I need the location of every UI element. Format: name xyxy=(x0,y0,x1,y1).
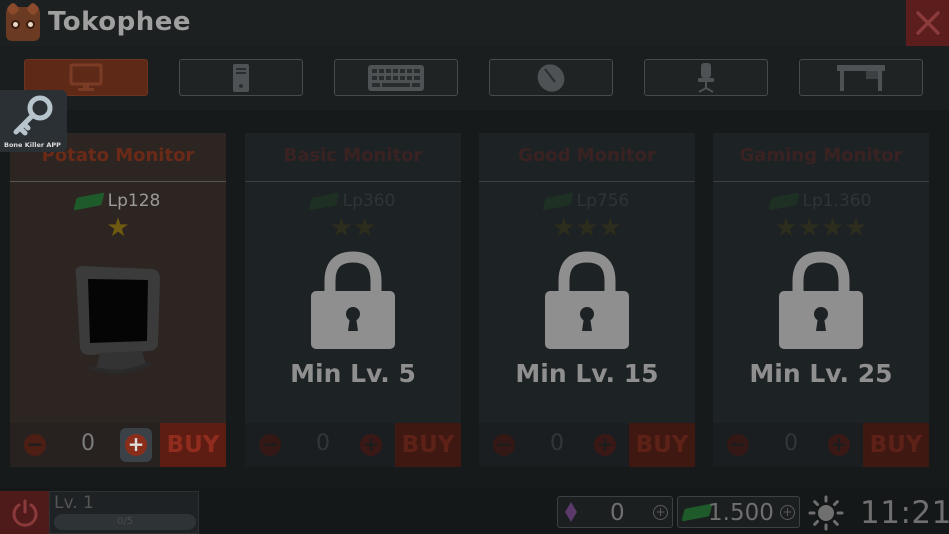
gem-icon xyxy=(565,502,577,522)
price-value: Lp1.360 xyxy=(802,191,872,211)
level-label: Lv. 1 xyxy=(54,493,94,513)
gem-value: 0 xyxy=(610,500,625,526)
cash-value: 1.500 xyxy=(708,500,774,526)
increase-button[interactable]: + xyxy=(355,428,387,462)
product-card-basic-monitor: Basic Monitor Lp360 ★★ Min Lv. 5 − 0 + B… xyxy=(245,133,461,467)
card-divider xyxy=(479,181,695,182)
cash-counter: 1.500 + xyxy=(677,496,800,528)
desk-icon xyxy=(837,64,885,91)
lock-icon xyxy=(311,251,395,349)
quantity-controls: − 0 + BUY xyxy=(713,423,929,467)
rating-stars: ★★★★ xyxy=(774,213,868,243)
product-card-potato-monitor: Potato Monitor Lp128 ★ − 0 + BUY xyxy=(10,133,226,467)
card-title: Basic Monitor xyxy=(283,145,423,166)
power-icon xyxy=(12,499,37,527)
quantity-value: 0 xyxy=(550,431,564,456)
pc-tower-icon xyxy=(233,63,249,92)
card-divider xyxy=(10,181,226,182)
overlay-badge-label: Bone Killer APP xyxy=(4,141,61,149)
product-card-good-monitor: Good Monitor Lp756 ★★★ Min Lv. 15 − 0 + … xyxy=(479,133,695,467)
decrease-button[interactable]: − xyxy=(259,434,281,456)
quantity-value: 0 xyxy=(784,431,798,456)
lock-icon xyxy=(545,251,629,349)
tab-mouse[interactable] xyxy=(489,59,613,96)
app-title: Tokophee xyxy=(48,7,191,37)
price-value: Lp756 xyxy=(576,191,630,211)
tab-keyboard[interactable] xyxy=(334,59,458,96)
plus-icon: + xyxy=(828,434,850,456)
buy-button[interactable]: BUY xyxy=(395,423,461,467)
buy-button[interactable]: BUY xyxy=(160,423,226,467)
card-price: Lp360 xyxy=(245,191,461,211)
card-price: Lp1.360 xyxy=(713,191,929,211)
gem-counter: 0 + xyxy=(557,496,673,528)
plus-icon: + xyxy=(125,434,147,456)
price-value: Lp360 xyxy=(342,191,396,211)
cash-icon xyxy=(308,191,340,211)
quantity-controls: − 0 + BUY xyxy=(479,423,695,467)
power-button[interactable] xyxy=(0,491,49,534)
increase-button[interactable]: + xyxy=(823,428,855,462)
crt-monitor-image xyxy=(75,266,160,374)
card-title: Gaming Monitor xyxy=(739,145,903,166)
close-button[interactable] xyxy=(906,0,949,46)
rating-stars: ★★ xyxy=(329,213,377,243)
rating-stars: ★ xyxy=(106,213,130,243)
xp-progress-bar: 0/5 xyxy=(54,514,196,530)
lock-icon xyxy=(779,251,863,349)
decrease-button[interactable]: − xyxy=(24,434,46,456)
xp-text: 0/5 xyxy=(116,516,134,527)
tab-pc[interactable] xyxy=(179,59,303,96)
buy-button[interactable]: BUY xyxy=(863,423,929,467)
card-divider xyxy=(713,181,929,182)
card-divider xyxy=(245,181,461,182)
cash-icon xyxy=(73,191,105,211)
cash-icon xyxy=(542,191,574,211)
decrease-button[interactable]: − xyxy=(493,434,515,456)
card-price: Lp756 xyxy=(479,191,695,211)
plus-icon: + xyxy=(360,434,382,456)
sun-icon xyxy=(808,495,844,531)
quantity-controls: − 0 + BUY xyxy=(10,423,226,467)
product-card-gaming-monitor: Gaming Monitor Lp1.360 ★★★★ Min Lv. 25 −… xyxy=(713,133,929,467)
tab-desk[interactable] xyxy=(799,59,923,96)
quantity-controls: − 0 + BUY xyxy=(245,423,461,467)
plus-icon: + xyxy=(594,434,616,456)
overlay-app-badge[interactable]: Bone Killer APP xyxy=(0,90,67,152)
cash-icon xyxy=(767,191,800,211)
increase-button[interactable]: + xyxy=(120,428,152,462)
app-logo xyxy=(5,1,41,41)
monitor-icon xyxy=(69,63,103,91)
buy-button[interactable]: BUY xyxy=(629,423,695,467)
min-level-label: Min Lv. 15 xyxy=(515,359,659,388)
min-level-label: Min Lv. 25 xyxy=(749,359,893,388)
card-price: Lp128 xyxy=(10,191,226,211)
rating-stars: ★★★ xyxy=(552,213,622,243)
quantity-value: 0 xyxy=(316,431,330,456)
increase-button[interactable]: + xyxy=(589,428,621,462)
close-icon xyxy=(915,11,940,35)
add-gems-button[interactable]: + xyxy=(653,505,668,520)
min-level-label: Min Lv. 5 xyxy=(290,359,416,388)
mouse-icon xyxy=(537,63,565,92)
card-title: Good Monitor xyxy=(518,145,656,166)
keyboard-icon xyxy=(368,64,424,91)
chair-icon xyxy=(698,62,714,93)
decrease-button[interactable]: − xyxy=(727,434,749,456)
key-icon xyxy=(13,95,53,136)
level-panel: Lv. 1 0/5 xyxy=(49,491,199,534)
price-value: Lp128 xyxy=(107,191,161,211)
quantity-value: 0 xyxy=(81,431,95,456)
category-tabs xyxy=(0,46,949,110)
add-cash-button[interactable]: + xyxy=(780,505,795,520)
status-bar: Lv. 1 0/5 0 + 1.500 + xyxy=(0,488,949,534)
title-bar: Tokophee xyxy=(0,0,949,46)
clock: 11:21 xyxy=(860,495,949,531)
tab-chair[interactable] xyxy=(644,59,768,96)
